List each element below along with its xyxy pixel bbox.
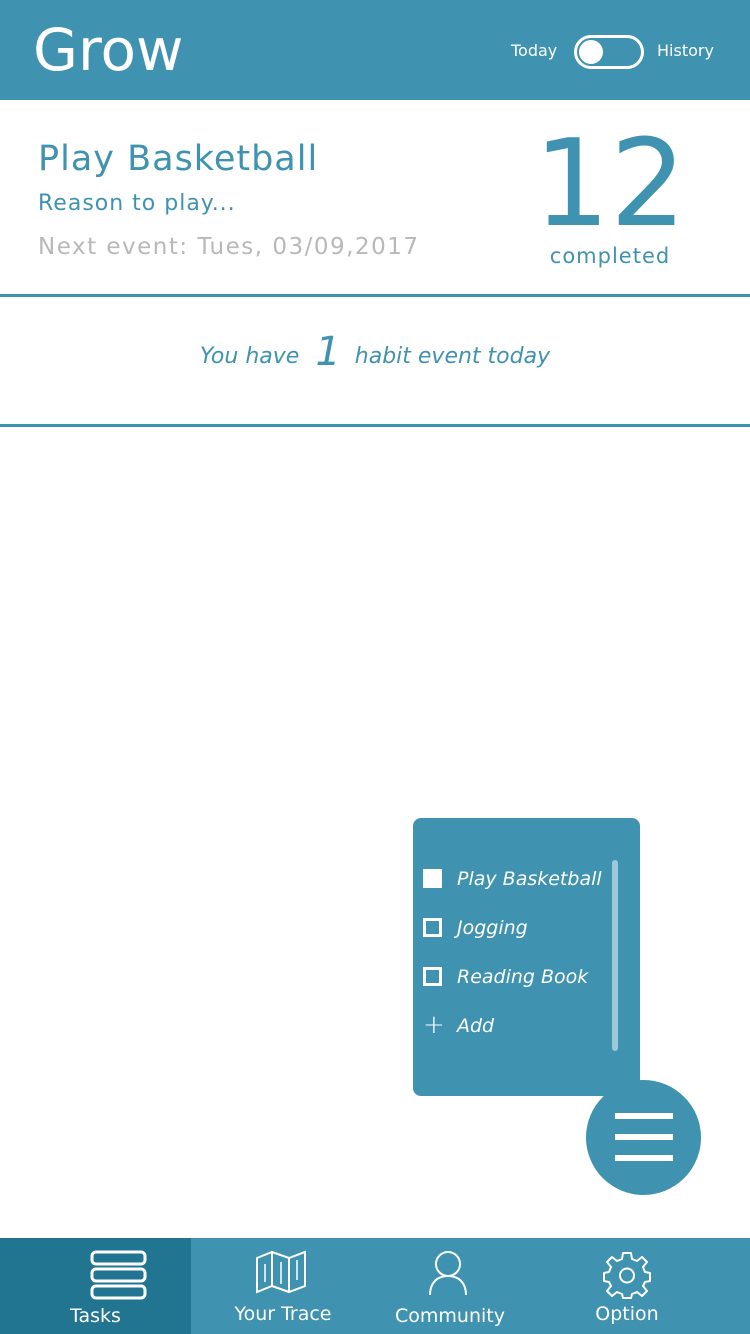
person-icon bbox=[429, 1251, 467, 1296]
next-event-text: Next event: Tues, 03/09,2017 bbox=[38, 234, 420, 260]
menu-item-play-basketball[interactable]: Play Basketball bbox=[423, 863, 613, 895]
toggle-history-label[interactable]: History bbox=[657, 41, 714, 61]
nav-tab-your-trace[interactable]: Your Trace bbox=[191, 1238, 375, 1334]
toggle-today-label[interactable]: Today bbox=[511, 41, 557, 61]
menu-item-reading-book[interactable]: Reading Book bbox=[423, 961, 613, 993]
divider bbox=[0, 424, 750, 427]
menu-item-add[interactable]: + Add bbox=[423, 1010, 613, 1042]
plus-icon: + bbox=[423, 1010, 445, 1040]
completed-count: 12 bbox=[533, 115, 687, 254]
nav-tab-community[interactable]: Community bbox=[375, 1238, 525, 1334]
notice-prefix: You have bbox=[199, 344, 300, 369]
today-events-notice: You have 1 habit event today bbox=[0, 330, 750, 379]
checkbox-checked[interactable] bbox=[423, 869, 442, 888]
menu-item-label: Jogging bbox=[457, 917, 528, 939]
checkbox[interactable] bbox=[423, 967, 442, 986]
today-history-toggle[interactable] bbox=[574, 35, 644, 69]
app-title: Grow bbox=[33, 16, 184, 84]
menu-item-label: Play Basketball bbox=[457, 868, 602, 890]
nav-label: Tasks bbox=[70, 1305, 121, 1327]
divider bbox=[0, 294, 750, 297]
habit-select-menu: Play Basketball Jogging Reading Book + A… bbox=[413, 818, 640, 1096]
menu-icon-bar bbox=[615, 1155, 673, 1161]
gear-icon bbox=[603, 1252, 651, 1299]
completed-label: completed bbox=[549, 244, 671, 268]
menu-scrollbar[interactable] bbox=[612, 860, 618, 1051]
nav-label: Option bbox=[595, 1303, 659, 1325]
notice-count: 1 bbox=[315, 329, 341, 375]
bottom-nav: Tasks Your Trace Community Option bbox=[0, 1238, 750, 1334]
nav-label: Your Trace bbox=[234, 1303, 332, 1325]
menu-icon-bar bbox=[615, 1134, 673, 1140]
menu-icon-bar bbox=[615, 1113, 673, 1119]
checkbox[interactable] bbox=[423, 918, 442, 937]
toggle-knob[interactable] bbox=[579, 40, 603, 64]
app-header: Grow Today History bbox=[0, 0, 750, 100]
menu-item-jogging[interactable]: Jogging bbox=[423, 912, 613, 944]
habit-reason: Reason to play... bbox=[38, 191, 236, 216]
nav-tab-tasks[interactable]: Tasks bbox=[0, 1238, 191, 1334]
habit-summary-card: Play Basketball Reason to play... Next e… bbox=[0, 100, 750, 295]
tasks-icon bbox=[90, 1250, 147, 1300]
nav-label: Community bbox=[395, 1305, 505, 1327]
menu-add-label: Add bbox=[457, 1015, 495, 1037]
nav-tab-option[interactable]: Option bbox=[552, 1238, 702, 1334]
habit-name: Play Basketball bbox=[38, 139, 319, 179]
menu-item-label: Reading Book bbox=[457, 966, 589, 988]
notice-suffix: habit event today bbox=[354, 344, 551, 369]
menu-fab-button[interactable] bbox=[586, 1080, 701, 1195]
map-icon bbox=[256, 1250, 306, 1294]
